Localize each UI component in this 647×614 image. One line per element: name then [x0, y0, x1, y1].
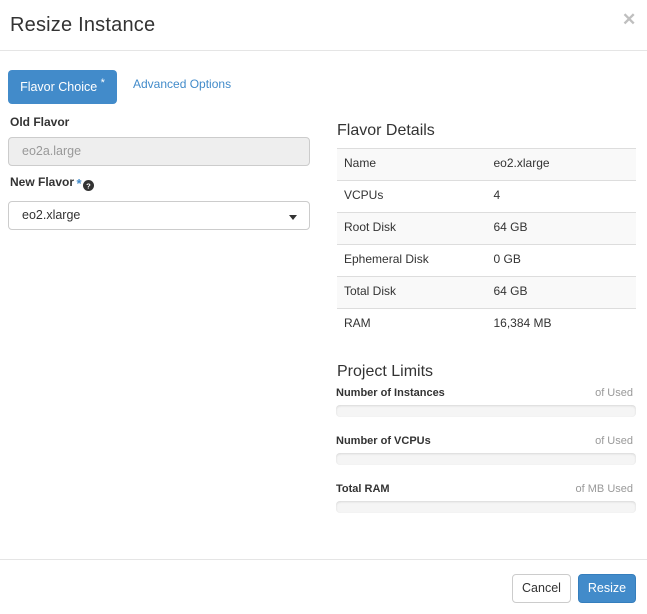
- svg-text:?: ?: [86, 181, 91, 190]
